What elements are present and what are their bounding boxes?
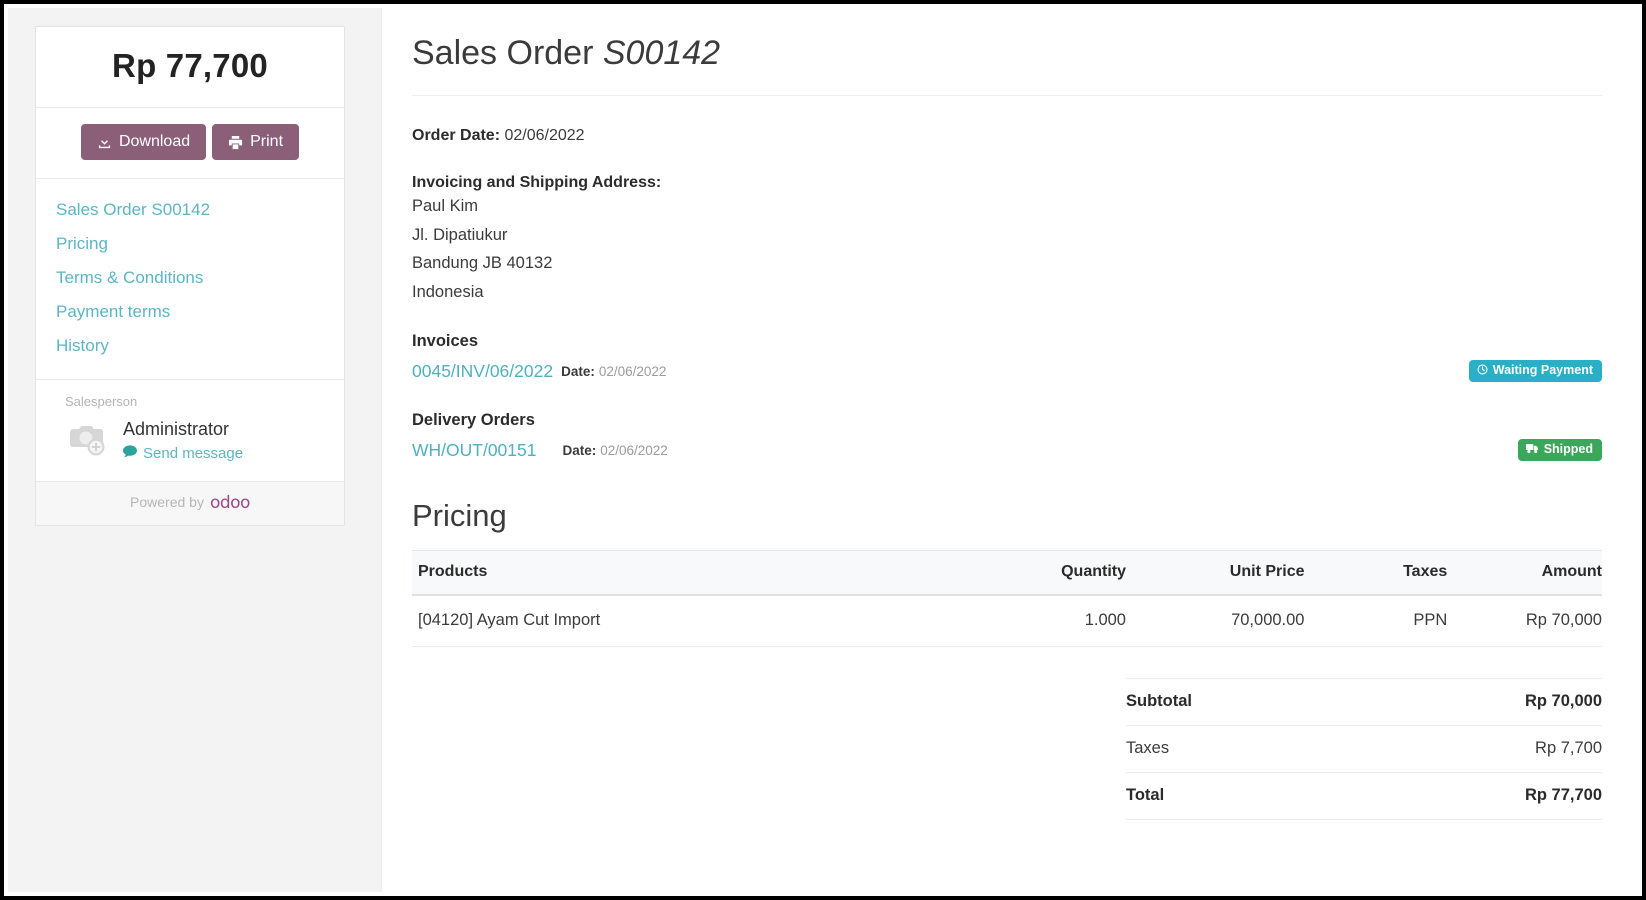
cell-unit-price: 70,000.00 [1125, 595, 1305, 647]
print-button[interactable]: Print [212, 124, 300, 160]
print-button-label: Print [250, 133, 284, 150]
chat-bubble-icon [123, 445, 137, 462]
column-header-amount: Amount [1447, 550, 1602, 596]
total-value: Rp 77,700 [1364, 772, 1602, 820]
download-icon [97, 135, 112, 150]
odoo-logo: odoo [209, 493, 251, 513]
sidebar-navigation: Sales Order S00142 Pricing Terms & Condi… [36, 179, 344, 380]
order-total-amount: Rp 77,700 [36, 27, 344, 108]
order-detail-panel: Sales Order S00142 Order Date: 02/06/202… [381, 8, 1638, 892]
totals-row-subtotal: Subtotal Rp 70,000 [412, 678, 1602, 726]
address-line-city: Bandung JB 40132 [412, 254, 553, 272]
totals-row-taxes: Taxes Rp 7,700 [412, 725, 1602, 773]
invoice-status-label: Waiting Payment [1492, 363, 1593, 378]
invoice-date-label: Date: [561, 363, 595, 379]
address-heading: Invoicing and Shipping Address: [412, 174, 662, 191]
order-detail-content: Sales Order S00142 Order Date: 02/06/202… [382, 8, 1638, 820]
salesperson-label: Salesperson [65, 394, 138, 409]
total-label: Total [1126, 772, 1364, 820]
page-title-reference: S00142 [602, 34, 721, 72]
delivery-date-value: 02/06/2022 [600, 442, 668, 458]
delivery-status-label: Shipped [1543, 442, 1593, 457]
sidebar-item-history[interactable]: History [36, 329, 344, 363]
delivery-link[interactable]: WH/OUT/00151 [412, 440, 536, 461]
sidebar-action-buttons: Download Print [36, 108, 344, 179]
order-date-row: Order Date: 02/06/2022 [412, 122, 1602, 150]
cell-taxes: PPN [1304, 595, 1448, 647]
invoice-status-badge: Waiting Payment [1468, 359, 1602, 383]
sidebar-item-pricing[interactable]: Pricing [36, 227, 344, 261]
page-title-prefix: Sales Order [412, 34, 594, 72]
delivery-orders-heading: Delivery Orders [412, 411, 535, 429]
portal-screenshot: Rp 77,700 Download Print Sales Order S00… [0, 0, 1646, 900]
address-block: Paul Kim Jl. Dipatiukur Bandung JB 40132… [412, 192, 1602, 306]
column-header-taxes: Taxes [1304, 550, 1448, 596]
sidebar-item-payment-terms[interactable]: Payment terms [36, 295, 344, 329]
avatar [63, 419, 111, 463]
sidebar-item-terms-conditions[interactable]: Terms & Conditions [36, 261, 344, 295]
portal-page: Rp 77,700 Download Print Sales Order S00… [8, 8, 1638, 892]
pricing-table-header-row: Products Quantity Unit Price Taxes Amoun… [412, 550, 1602, 596]
totals-row-total: Total Rp 77,700 [412, 772, 1602, 820]
salesperson-name: Administrator [123, 419, 230, 439]
printer-icon [228, 135, 243, 150]
cell-amount: Rp 70,000 [1447, 595, 1602, 647]
send-message-label: Send message [143, 445, 244, 462]
pricing-table: Products Quantity Unit Price Taxes Amoun… [412, 550, 1602, 647]
column-header-products: Products [412, 550, 960, 596]
send-message-link[interactable]: Send message [123, 445, 243, 462]
table-row: [04120] Ayam Cut Import 1.000 70,000.00 … [412, 595, 1602, 647]
invoice-link[interactable]: 0045/INV/06/2022 [412, 361, 553, 382]
column-header-quantity: Quantity [959, 550, 1126, 596]
subtotal-value: Rp 70,000 [1364, 678, 1602, 726]
totals-table: Subtotal Rp 70,000 Taxes Rp 7,700 Total … [412, 678, 1602, 820]
cell-product: [04120] Ayam Cut Import [412, 595, 960, 647]
order-date-block: Order Date: 02/06/2022 [412, 96, 1602, 150]
pricing-heading: Pricing [412, 498, 507, 533]
taxes-label: Taxes [1126, 725, 1364, 773]
order-date-label: Order Date: [412, 127, 501, 144]
page-title: Sales Order S00142 [412, 8, 1602, 96]
totals-pad-taxes [412, 726, 1126, 773]
totals-pad-total [412, 773, 1126, 820]
invoice-date-value: 02/06/2022 [598, 363, 667, 379]
order-sidebar: Rp 77,700 Download Print Sales Order S00… [35, 26, 345, 526]
totals-pad-subtotal [412, 679, 1126, 726]
delivery-status-badge: Shipped [1517, 438, 1602, 462]
taxes-value: Rp 7,700 [1364, 725, 1602, 773]
address-line-street: Jl. Dipatiukur [412, 225, 508, 244]
order-date-value: 02/06/2022 [504, 127, 585, 144]
invoice-row: 0045/INV/06/2022 Date: 02/06/2022 Waitin… [412, 357, 1602, 385]
subtotal-label: Subtotal [1126, 678, 1364, 726]
download-button[interactable]: Download [80, 124, 207, 160]
address-line-name: Paul Kim [412, 197, 479, 215]
sidebar-item-sales-order[interactable]: Sales Order S00142 [36, 193, 344, 227]
download-button-label: Download [118, 133, 191, 150]
powered-by-text: Powered by [130, 494, 204, 510]
delivery-row: WH/OUT/00151 Date: 02/06/2022 Shipped [412, 436, 1602, 464]
truck-icon [1525, 443, 1539, 457]
column-header-unit-price: Unit Price [1125, 550, 1305, 596]
clock-icon [1477, 364, 1488, 378]
powered-by-footer: Powered by odoo [36, 482, 344, 525]
cell-quantity: 1.000 [959, 595, 1126, 647]
address-line-country: Indonesia [412, 282, 484, 301]
delivery-date-label: Date: [562, 442, 597, 458]
camera-add-icon [65, 420, 109, 463]
invoices-heading: Invoices [412, 332, 479, 350]
salesperson-info: Administrator Send message [111, 417, 243, 462]
salesperson-section: Salesperson Administrator Send message [36, 380, 344, 482]
salesperson-row: Administrator Send message [36, 417, 344, 463]
